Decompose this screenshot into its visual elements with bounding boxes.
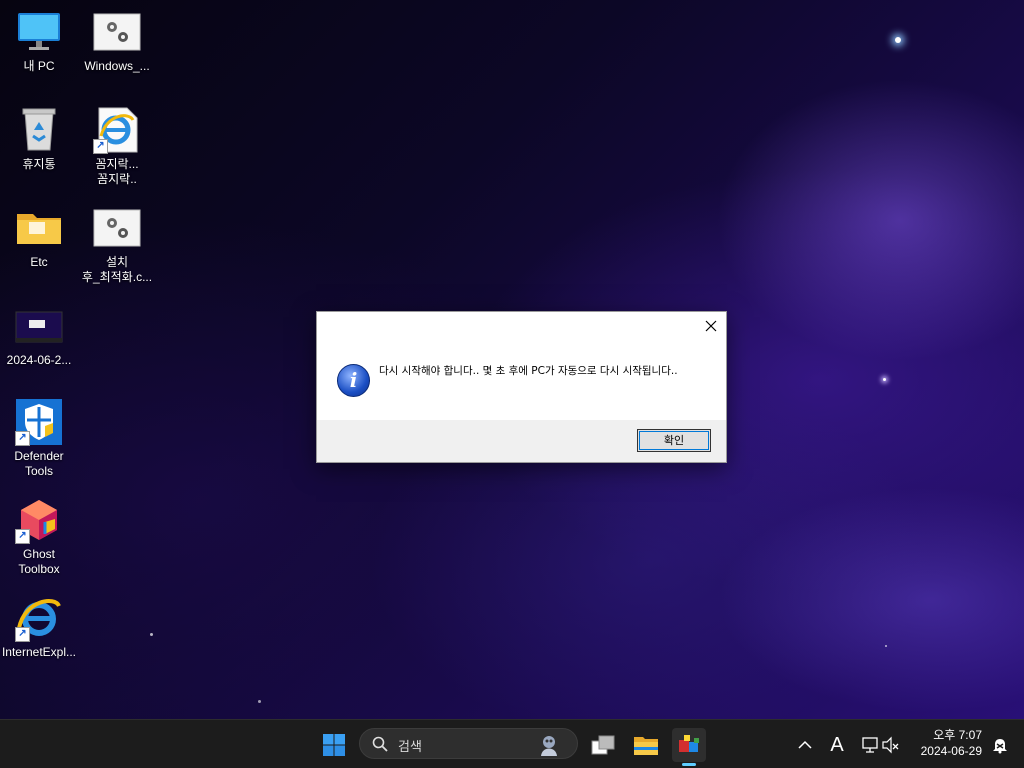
settings-file-icon <box>93 204 141 252</box>
clock-date: 2024-06-29 <box>920 744 982 758</box>
app-cubes-icon <box>679 735 699 752</box>
search-box[interactable]: 검색 <box>359 728 578 759</box>
search-highlight-icon <box>541 736 557 756</box>
desktop-icon-screenshot[interactable]: 2024-06-2... <box>0 302 78 368</box>
desktop-icon-recycle-bin[interactable]: 휴지통 <box>0 106 78 172</box>
show-hidden-icons-button[interactable] <box>790 728 820 762</box>
chevron-up-icon <box>798 740 812 749</box>
desktop-icon-defender-tools[interactable]: ↗ Defender Tools <box>0 398 78 479</box>
desktop-icon-etc-folder[interactable]: Etc <box>0 204 78 270</box>
dialog-message: 다시 시작해야 합니다.. 몇 초 후에 PC가 자동으로 다시 시작됩니다.. <box>379 365 678 377</box>
network-icon <box>862 737 878 753</box>
info-icon: i <box>337 364 370 397</box>
desktop-icon-ie-shortcut[interactable]: ↗ 꼼지락... 꼼지락.. <box>78 106 156 187</box>
folder-icon <box>15 204 63 252</box>
star <box>895 37 901 43</box>
desktop-icon-label: 설치 후_최적화.c... <box>81 255 153 284</box>
clock[interactable]: 오후 7:07 2024-06-29 <box>912 727 982 759</box>
ok-button[interactable]: 확인 <box>637 429 711 452</box>
search-placeholder: 검색 <box>398 739 422 754</box>
internet-explorer-icon: ↗ <box>15 594 63 642</box>
taskbar: 검색 A 오후 7:07 2024-06-29 <box>0 719 1024 768</box>
windows-logo-icon <box>323 734 345 756</box>
desktop-icon-label: Etc <box>30 255 48 269</box>
file-explorer-button[interactable] <box>629 728 663 762</box>
input-language-indicator[interactable]: A <box>822 728 852 762</box>
desktop-icon-label: Windows_... <box>84 59 150 73</box>
desktop-icon-ghost-toolbox[interactable]: ↗ Ghost Toolbox <box>0 496 78 577</box>
ghost-toolbox-icon: ↗ <box>15 496 63 544</box>
active-indicator <box>682 763 696 766</box>
restart-dialog: i 다시 시작해야 합니다.. 몇 초 후에 PC가 자동으로 다시 시작됩니다… <box>316 311 727 463</box>
dialog-body: i 다시 시작해야 합니다.. 몇 초 후에 PC가 자동으로 다시 시작됩니다… <box>317 340 726 419</box>
defender-shield-icon: ↗ <box>15 398 63 446</box>
settings-file-icon <box>93 8 141 56</box>
desktop-icon-label: Ghost Toolbox <box>18 547 60 576</box>
task-view-button[interactable] <box>586 728 620 762</box>
star <box>150 633 153 636</box>
clock-time: 오후 7:07 <box>933 728 982 742</box>
shortcut-arrow-icon: ↗ <box>93 139 108 154</box>
dialog-titlebar[interactable] <box>317 312 726 340</box>
volume-muted-icon <box>882 736 899 754</box>
desktop-icon-label: Defender Tools <box>14 449 64 478</box>
internet-explorer-file-icon: ↗ <box>93 106 141 154</box>
desktop-icon-label: 휴지통 <box>22 157 56 171</box>
shortcut-arrow-icon: ↗ <box>15 627 30 642</box>
file-explorer-icon <box>634 737 658 755</box>
taskbar-app-active[interactable] <box>672 728 706 766</box>
notification-bell-icon <box>993 739 1007 754</box>
close-button[interactable] <box>696 312 726 340</box>
monitor-icon <box>15 8 63 56</box>
notification-button[interactable] <box>986 728 1014 762</box>
close-icon <box>705 320 717 332</box>
star <box>258 700 261 703</box>
desktop-icon-optimize-settings[interactable]: 설치 후_최적화.c... <box>78 204 156 285</box>
desktop-icon-my-pc[interactable]: 내 PC <box>0 8 78 74</box>
shortcut-arrow-icon: ↗ <box>15 431 30 446</box>
desktop-icon-label: 2024-06-2... <box>6 353 72 367</box>
desktop-icon-internet-explorer[interactable]: ↗ InternetExpl... <box>0 594 78 660</box>
image-thumbnail-icon <box>15 302 63 350</box>
desktop-icon-label: 내 PC <box>23 59 55 73</box>
search-icon <box>372 736 388 752</box>
shortcut-arrow-icon: ↗ <box>15 529 30 544</box>
task-view-icon <box>591 735 615 755</box>
recycle-bin-icon <box>15 106 63 154</box>
start-button[interactable] <box>317 728 351 762</box>
network-volume-button[interactable] <box>855 728 907 762</box>
desktop-icon-windows-settings[interactable]: Windows_... <box>78 8 156 74</box>
star <box>883 378 886 381</box>
desktop-icon-label: 꼼지락... 꼼지락.. <box>95 157 139 186</box>
desktop-icon-label: InternetExpl... <box>1 645 77 659</box>
star <box>885 645 887 647</box>
dialog-footer: 확인 <box>317 420 726 462</box>
